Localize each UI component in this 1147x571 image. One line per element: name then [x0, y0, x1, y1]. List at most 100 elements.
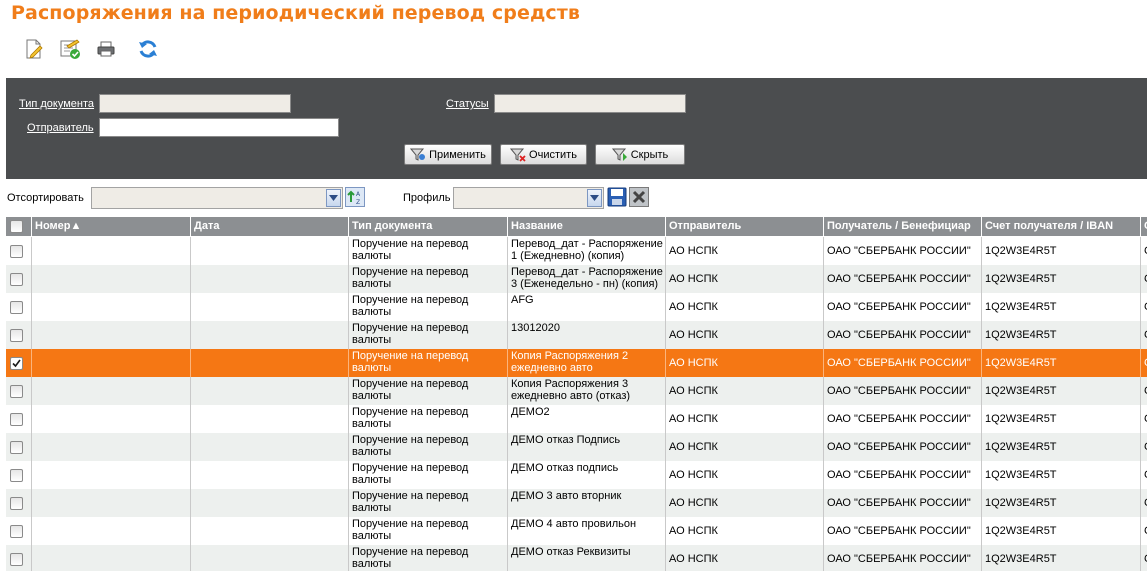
- cell-account: 1Q2W3E4R5T: [982, 377, 1141, 405]
- cell-recipient: ОАО "СБЕРБАНК РОССИИ": [824, 265, 982, 293]
- cell-doc-type: Поручение на перевод валюты: [349, 349, 508, 377]
- sender-field[interactable]: [99, 118, 339, 137]
- cell-doc-type: Поручение на перевод валюты: [349, 237, 508, 265]
- chevron-down-icon[interactable]: [587, 189, 602, 207]
- table-row[interactable]: Поручение на перевод валюты AFG АО НСПК ОАО…: [6, 293, 1147, 321]
- cell-name: ДЕМО отказ подпись: [508, 461, 666, 489]
- cell-account-text: 1Q2W3E4R5T: [985, 301, 1057, 313]
- cell-doc-type-text: Поручение на перевод валюты: [352, 434, 469, 458]
- cell-name-text: ДЕМО отказ подпись: [511, 462, 619, 474]
- column-header-sender[interactable]: Отправитель: [666, 217, 824, 236]
- cell-extra: С: [1141, 265, 1147, 293]
- cell-extra: С: [1141, 349, 1147, 377]
- table-row[interactable]: Поручение на перевод валюты ДЕМО отказ Ре…: [6, 545, 1147, 571]
- cell-extra: С: [1141, 517, 1147, 545]
- row-checkbox[interactable]: [10, 273, 23, 286]
- table-row[interactable]: Поручение на перевод валюты ДЕМО 4 авто п…: [6, 517, 1147, 545]
- print-icon[interactable]: [94, 37, 118, 61]
- doc-type-field[interactable]: [99, 94, 291, 113]
- cell-account-text: 1Q2W3E4R5T: [985, 273, 1057, 285]
- cell-name: ДЕМО 3 авто вторник: [508, 489, 666, 517]
- column-header-recipient[interactable]: Получатель / Бенефициар: [824, 217, 982, 236]
- save-profile-icon[interactable]: [607, 187, 627, 207]
- row-checkbox[interactable]: [10, 413, 23, 426]
- refresh-icon[interactable]: [136, 37, 160, 61]
- row-checkbox[interactable]: [10, 301, 23, 314]
- statuses-field[interactable]: [494, 94, 686, 113]
- cell-doc-type-text: Поручение на перевод валюты: [352, 490, 469, 514]
- table-row[interactable]: Поручение на перевод валюты ДЕМО отказ По…: [6, 433, 1147, 461]
- cell-doc-type: Поручение на перевод валюты: [349, 489, 508, 517]
- row-checkbox[interactable]: [10, 553, 23, 566]
- select-all-checkbox[interactable]: [10, 220, 23, 233]
- cell-extra: С: [1141, 405, 1147, 433]
- table-row[interactable]: Поручение на перевод валюты ДЕМО 3 авто в…: [6, 489, 1147, 517]
- cell-sender-text: АО НСПК: [669, 525, 718, 537]
- new-document-icon[interactable]: [22, 37, 46, 61]
- column-header-date[interactable]: Дата: [191, 217, 349, 236]
- cell-number: [32, 265, 191, 293]
- row-checkbox[interactable]: [10, 441, 23, 454]
- table-row[interactable]: Поручение на перевод валюты Копия Распоря…: [6, 349, 1147, 377]
- filter-apply-icon: [410, 148, 426, 161]
- cell-extra: С: [1141, 237, 1147, 265]
- cell-sender-text: АО НСПК: [669, 245, 718, 257]
- column-header-extra[interactable]: С: [1141, 217, 1147, 236]
- sort-direction-icon[interactable]: AZ: [345, 187, 365, 207]
- chevron-down-icon[interactable]: [326, 189, 341, 207]
- row-checkbox[interactable]: [10, 469, 23, 482]
- column-header-doc-type[interactable]: Тип документа: [349, 217, 508, 236]
- table-row[interactable]: Поручение на перевод валюты ДЕМО2 АО НСПК О…: [6, 405, 1147, 433]
- row-checkbox[interactable]: [10, 329, 23, 342]
- cell-name: ДЕМО 4 авто провильон: [508, 517, 666, 545]
- cell-name-text: ДЕМО2: [511, 406, 550, 418]
- cell-account-text: 1Q2W3E4R5T: [985, 357, 1057, 369]
- cell-doc-type: Поручение на перевод валюты: [349, 405, 508, 433]
- sender-label[interactable]: Отправитель: [27, 122, 94, 134]
- table-row[interactable]: Поручение на перевод валюты ДЕМО отказ по…: [6, 461, 1147, 489]
- column-header-name[interactable]: Название: [508, 217, 666, 236]
- cell-recipient: ОАО "СБЕРБАНК РОССИИ": [824, 321, 982, 349]
- cell-recipient: ОАО "СБЕРБАНК РОССИИ": [824, 377, 982, 405]
- apply-button[interactable]: Применить: [404, 144, 492, 165]
- doc-type-label[interactable]: Тип документа: [19, 98, 94, 110]
- table-row[interactable]: Поручение на перевод валюты Перевод_дат -…: [6, 265, 1147, 293]
- row-checkbox[interactable]: [10, 525, 23, 538]
- row-checkbox[interactable]: [10, 245, 23, 258]
- row-checkbox-cell: [6, 237, 32, 265]
- cell-account: 1Q2W3E4R5T: [982, 545, 1141, 571]
- cell-recipient-text: ОАО "СБЕРБАНК РОССИИ": [827, 441, 971, 453]
- statuses-label[interactable]: Статусы: [446, 98, 489, 110]
- table-row[interactable]: Поручение на перевод валюты Копия Распоря…: [6, 377, 1147, 405]
- column-header-number[interactable]: Номер▲: [32, 217, 191, 236]
- cell-doc-type: Поручение на перевод валюты: [349, 377, 508, 405]
- cell-doc-type: Поручение на перевод валюты: [349, 265, 508, 293]
- edit-document-icon[interactable]: [58, 37, 82, 61]
- profile-select[interactable]: [453, 187, 604, 209]
- sort-select[interactable]: [91, 187, 343, 209]
- cell-account: 1Q2W3E4R5T: [982, 461, 1141, 489]
- apply-button-label: Применить: [429, 148, 486, 161]
- column-header-account[interactable]: Счет получателя / IBAN: [982, 217, 1141, 236]
- row-checkbox-cell: [6, 265, 32, 293]
- cell-recipient-text: ОАО "СБЕРБАНК РОССИИ": [827, 497, 971, 509]
- cell-name-text: 13012020: [511, 322, 560, 334]
- table-row[interactable]: Поручение на перевод валюты Перевод_дат -…: [6, 237, 1147, 265]
- delete-profile-icon[interactable]: [629, 187, 649, 207]
- hide-button[interactable]: Скрыть: [595, 144, 685, 165]
- row-checkbox[interactable]: [10, 357, 23, 370]
- cell-sender: АО НСПК: [666, 517, 824, 545]
- table-row[interactable]: Поручение на перевод валюты 13012020 АО НС…: [6, 321, 1147, 349]
- cell-extra: С: [1141, 489, 1147, 517]
- cell-account: 1Q2W3E4R5T: [982, 293, 1141, 321]
- cell-recipient-text: ОАО "СБЕРБАНК РОССИИ": [827, 553, 971, 565]
- cell-number: [32, 433, 191, 461]
- clear-button[interactable]: Очистить: [500, 144, 587, 165]
- cell-doc-type-text: Поручение на перевод валюты: [352, 406, 469, 430]
- cell-extra: С: [1141, 433, 1147, 461]
- row-checkbox[interactable]: [10, 385, 23, 398]
- cell-recipient-text: ОАО "СБЕРБАНК РОССИИ": [827, 329, 971, 341]
- row-checkbox[interactable]: [10, 497, 23, 510]
- cell-recipient: ОАО "СБЕРБАНК РОССИИ": [824, 237, 982, 265]
- cell-sender: АО НСПК: [666, 321, 824, 349]
